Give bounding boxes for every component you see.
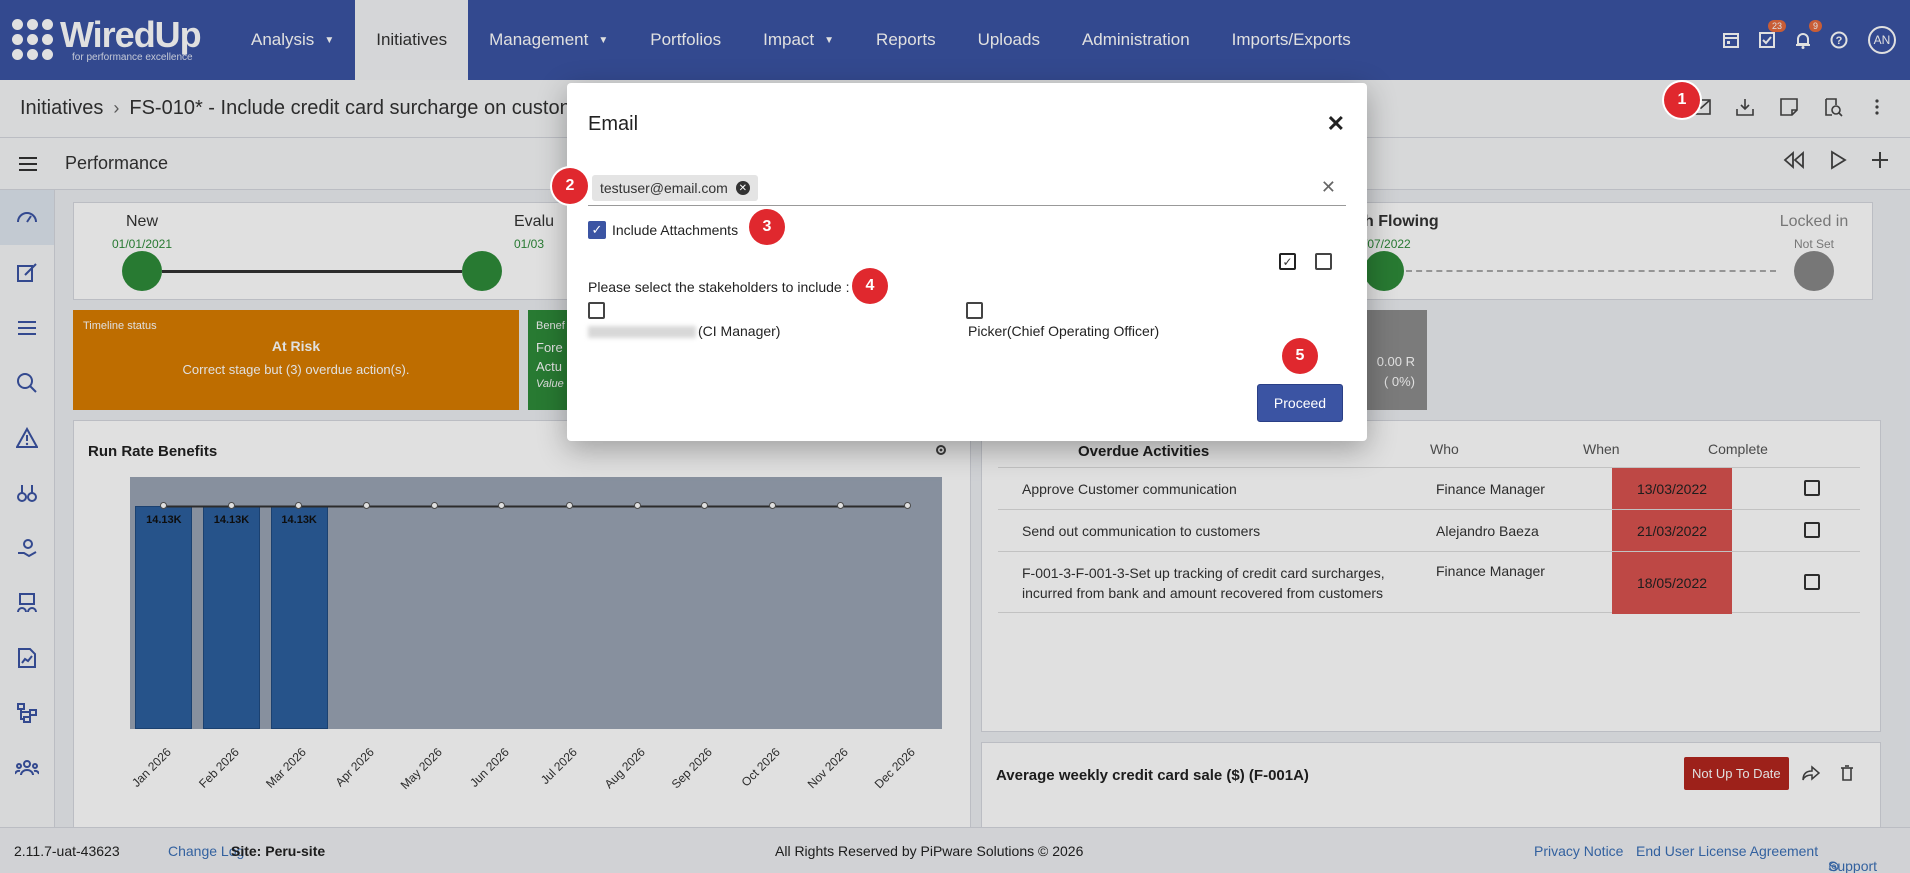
include-attachments-option[interactable]: ✓ Include Attachments — [588, 221, 738, 239]
email-recipients-field[interactable]: testuser@email.com ✕ ✕ — [588, 173, 1346, 206]
email-dialog: Email ✕ testuser@email.com ✕ ✕ ✓ Include… — [567, 83, 1367, 441]
annotation-marker: 1 — [1664, 82, 1700, 118]
stakeholder-checkbox[interactable] — [588, 302, 605, 319]
annotation-marker: 4 — [852, 268, 888, 304]
stakeholder-label: (CI Manager) — [588, 323, 780, 339]
stakeholder-label: Picker(Chief Operating Officer) — [968, 323, 1160, 339]
annotation-marker: 2 — [552, 168, 588, 204]
recipient-chip: testuser@email.com ✕ — [592, 175, 758, 201]
close-icon[interactable]: ✕ — [1327, 111, 1345, 137]
select-all-icon[interactable]: ✓ — [1279, 253, 1296, 270]
annotation-marker: 3 — [749, 209, 785, 245]
stakeholder-role: (CI Manager) — [698, 323, 781, 339]
recipient-email: testuser@email.com — [600, 180, 728, 196]
include-attachments-checkbox[interactable]: ✓ — [588, 221, 606, 239]
select-none-icon[interactable] — [1315, 253, 1332, 270]
proceed-button[interactable]: Proceed — [1257, 384, 1343, 422]
checkbox-label: Include Attachments — [612, 222, 739, 238]
stakeholder-checkbox[interactable] — [966, 302, 983, 319]
annotation-marker: 5 — [1282, 338, 1318, 374]
redacted-name — [588, 326, 696, 339]
stakeholder-prompt: Please select the stakeholders to includ… — [588, 279, 850, 295]
clear-field-icon[interactable]: ✕ — [1321, 177, 1336, 198]
remove-recipient-icon[interactable]: ✕ — [735, 181, 750, 195]
dialog-title: Email — [588, 113, 639, 135]
